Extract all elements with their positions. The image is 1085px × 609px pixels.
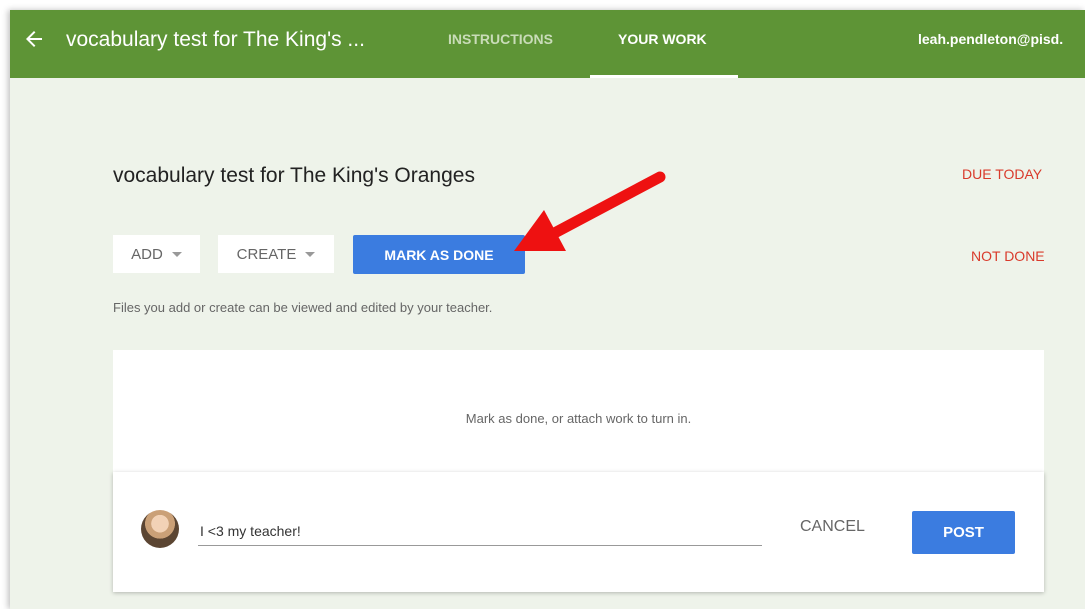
assignment-title-header: vocabulary test for The King's ... (66, 28, 365, 51)
caret-down-icon (171, 251, 182, 257)
work-area: Mark as done, or attach work to turn in.… (113, 350, 1044, 592)
post-button[interactable]: POST (912, 511, 1015, 554)
add-button-label: ADD (131, 245, 163, 263)
cancel-button[interactable]: CANCEL (800, 518, 865, 536)
private-comment-card: CANCEL POST (113, 472, 1044, 592)
completion-status: NOT DONE (971, 248, 1045, 264)
mark-as-done-button[interactable]: MARK AS DONE (353, 235, 525, 274)
empty-work-message: Mark as done, or attach work to turn in. (465, 411, 692, 426)
active-tab-indicator (590, 75, 738, 78)
add-button[interactable]: ADD (113, 235, 200, 273)
assignment-title: vocabulary test for The King's Oranges (113, 164, 475, 187)
classroom-page: vocabulary test for The King's ... INSTR… (10, 10, 1085, 609)
avatar (141, 510, 179, 548)
create-button-label: CREATE (236, 245, 297, 263)
top-app-bar: vocabulary test for The King's ... INSTR… (10, 10, 1085, 78)
account-email[interactable]: leah.pendleton@pisd. (918, 31, 1063, 47)
create-button[interactable]: CREATE (218, 235, 334, 273)
arrow-back-icon[interactable] (22, 27, 46, 51)
helper-text: Files you add or create can be viewed an… (113, 300, 493, 315)
tab-instructions[interactable]: INSTRUCTIONS (448, 31, 553, 47)
due-status: DUE TODAY (962, 166, 1043, 182)
comment-input[interactable] (198, 517, 762, 546)
tab-your-work[interactable]: YOUR WORK (618, 31, 707, 47)
caret-down-icon (305, 251, 316, 257)
